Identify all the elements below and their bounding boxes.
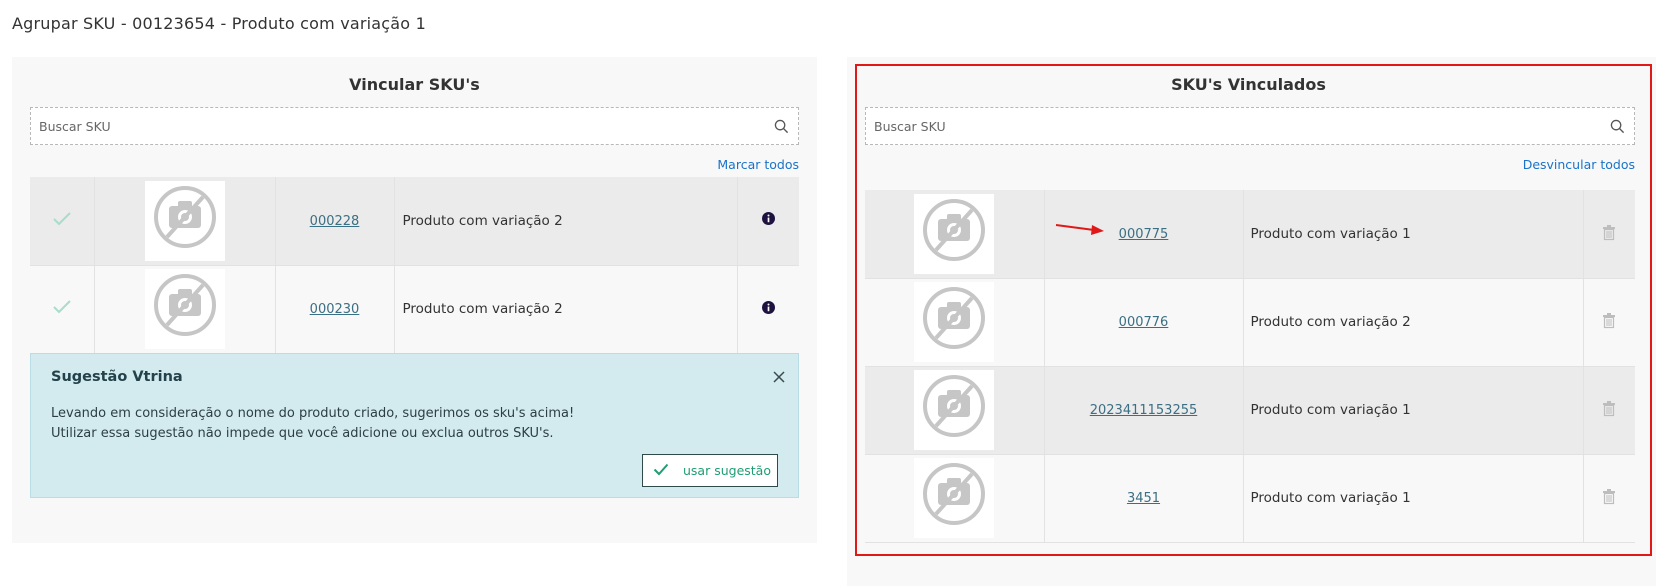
check-icon[interactable] [52, 212, 72, 231]
sku-code-link[interactable]: 000775 [1119, 227, 1169, 242]
suggestion-line-1: Levando em consideração o nome do produt… [51, 406, 575, 421]
left-search-input[interactable] [39, 118, 772, 134]
page-title: Agrupar SKU - 00123654 - Produto com var… [12, 14, 426, 33]
sku-code-link[interactable]: 000776 [1119, 315, 1169, 330]
right-search-box [865, 107, 1635, 145]
sku-product-name: Produto com variação 2 [402, 301, 563, 317]
no-photo-icon [914, 193, 995, 274]
table-row[interactable]: 2023411153255 Produto com variação 1 [865, 366, 1635, 454]
linked-skus-title: SKU's Vinculados [1171, 75, 1326, 94]
info-icon[interactable] [761, 212, 775, 229]
no-photo-icon [144, 269, 225, 349]
right-search-input[interactable] [874, 118, 1608, 134]
link-skus-title: Vincular SKU's [349, 75, 480, 94]
suggestion-text: Levando em consideração o nome do produt… [51, 404, 574, 444]
trash-icon[interactable] [1601, 224, 1617, 245]
sku-product-name: Produto com variação 1 [1250, 402, 1411, 418]
sku-code-link[interactable]: 000228 [310, 214, 360, 229]
suggestion-alert: Sugestão Vtrina Levando em consideração … [30, 353, 799, 498]
left-search-box [30, 107, 799, 145]
use-suggestion-label: usar sugestão [683, 463, 771, 478]
trash-icon[interactable] [1601, 312, 1617, 333]
sku-code-link[interactable]: 000230 [310, 302, 360, 317]
available-sku-table: 000228 Produto com variação 2 000230 Pro… [30, 177, 799, 354]
table-row[interactable]: 000230 Produto com variação 2 [30, 265, 799, 353]
sku-product-name: Produto com variação 2 [402, 212, 563, 229]
no-photo-icon [914, 370, 995, 450]
suggestion-title: Sugestão Vtrina [51, 369, 183, 385]
trash-icon[interactable] [1601, 488, 1617, 509]
info-icon[interactable] [761, 300, 775, 318]
sku-product-name: Produto com variação 1 [1250, 490, 1411, 506]
red-arrow-annotation [1055, 224, 1104, 235]
no-photo-icon [144, 180, 225, 261]
linked-skus-panel: SKU's Vinculados Desvincular todos 00077… [847, 57, 1656, 586]
close-icon[interactable] [770, 368, 788, 386]
mark-all-link[interactable]: Marcar todos [717, 157, 799, 172]
check-icon [653, 463, 669, 479]
trash-icon[interactable] [1601, 400, 1617, 421]
linked-sku-table: 000775 Produto com variação 1 000776 Pro… [865, 190, 1635, 543]
table-row[interactable]: 000228 Produto com variação 2 [30, 177, 799, 265]
use-suggestion-button[interactable]: usar sugestão [642, 454, 778, 487]
unlink-all-link[interactable]: Desvincular todos [1523, 157, 1635, 172]
search-icon[interactable] [1608, 117, 1626, 135]
sku-product-name: Produto com variação 1 [1250, 225, 1411, 242]
sku-product-name: Produto com variação 2 [1250, 314, 1411, 330]
search-icon[interactable] [772, 117, 790, 135]
sku-code-link[interactable]: 3451 [1127, 491, 1160, 506]
sku-code-link[interactable]: 2023411153255 [1090, 403, 1198, 418]
table-row[interactable]: 000776 Produto com variação 2 [865, 278, 1635, 366]
table-row[interactable]: 000775 Produto com variação 1 [865, 190, 1635, 278]
check-icon[interactable] [52, 300, 72, 319]
suggestion-line-2: Utilizar essa sugestão não impede que vo… [51, 426, 554, 441]
no-photo-icon [914, 458, 995, 538]
table-row[interactable]: 3451 Produto com variação 1 [865, 454, 1635, 542]
no-photo-icon [914, 282, 995, 362]
